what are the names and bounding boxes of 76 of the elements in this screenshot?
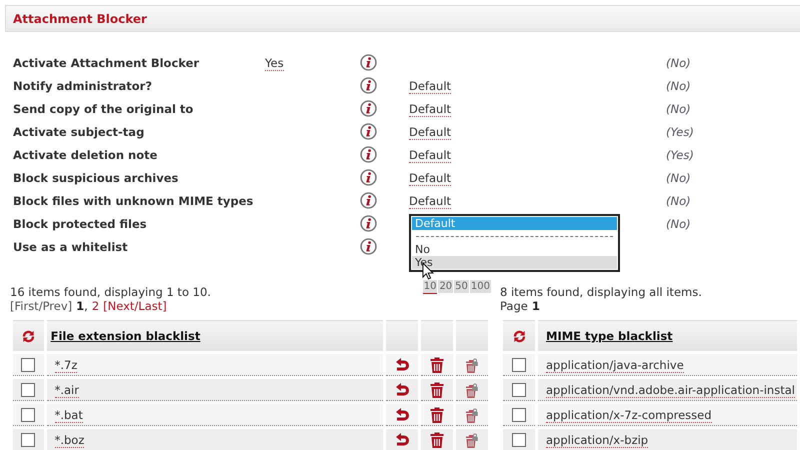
info-icon[interactable] xyxy=(360,238,377,255)
undo-icon[interactable] xyxy=(394,356,410,372)
page-size-option[interactable]: 50 xyxy=(454,280,469,293)
row-checkbox[interactable] xyxy=(21,408,36,422)
default-hint: (Yes) xyxy=(666,124,694,138)
file-extension[interactable]: *.air xyxy=(54,382,79,398)
info-icon[interactable] xyxy=(360,146,377,163)
default-hint: (No) xyxy=(666,194,691,208)
default-hint: (No) xyxy=(666,56,691,70)
default-hint: (Yes) xyxy=(666,148,694,162)
page-number: 1 xyxy=(532,299,540,313)
trash-lock-icon[interactable] xyxy=(464,406,480,422)
default-hint: (No) xyxy=(666,78,691,92)
setting-value[interactable]: Default xyxy=(409,102,452,116)
setting-value[interactable]: Default xyxy=(409,124,452,140)
result-summary: 16 items found, displaying 1 to 10. xyxy=(10,285,211,299)
setting-label: Use as a whitelist xyxy=(13,240,129,254)
info-icon[interactable] xyxy=(360,100,377,117)
column-header-link[interactable]: MIME type blacklist xyxy=(546,329,673,343)
row-checkbox[interactable] xyxy=(21,382,36,397)
trash-icon[interactable] xyxy=(428,382,445,398)
setting-label: Block files with unknown MIME types xyxy=(13,194,254,208)
info-icon[interactable] xyxy=(360,123,377,140)
page-size-option[interactable]: 100 xyxy=(470,280,491,293)
row-checkbox[interactable] xyxy=(512,382,526,397)
setting-label: Notify administrator? xyxy=(13,78,154,92)
undo-icon[interactable] xyxy=(394,406,410,422)
setting-label: Activate subject-tag xyxy=(13,124,146,138)
file-extension[interactable]: *.bat xyxy=(54,408,83,422)
trash-icon[interactable] xyxy=(428,406,445,422)
row-checkbox[interactable] xyxy=(512,408,526,422)
page-link[interactable]: 1 xyxy=(76,299,84,313)
info-icon[interactable] xyxy=(360,192,377,209)
trash-lock-icon[interactable] xyxy=(464,382,480,398)
row-checkbox[interactable] xyxy=(512,432,526,447)
trash-lock-icon[interactable] xyxy=(464,432,480,448)
info-icon[interactable] xyxy=(360,215,377,232)
setting-label: Activate deletion note xyxy=(13,148,158,162)
table-header-cell xyxy=(420,320,453,351)
table-header-cell xyxy=(456,320,488,351)
setting-label: Send copy of the original to xyxy=(13,102,194,116)
setting-value[interactable]: Default xyxy=(409,170,452,186)
undo-icon[interactable] xyxy=(394,382,410,398)
first-prev-link[interactable]: [First/Prev] xyxy=(10,299,72,313)
default-hint: (No) xyxy=(666,216,691,230)
page-size-option[interactable]: 10 xyxy=(422,280,438,294)
undo-icon[interactable] xyxy=(394,432,410,448)
trash-lock-icon[interactable] xyxy=(464,356,480,372)
table-header-cell xyxy=(386,320,418,351)
column-header-link[interactable]: File extension blacklist xyxy=(50,329,200,343)
page-label: Page xyxy=(500,299,528,313)
trash-icon[interactable] xyxy=(428,356,445,372)
setting-value[interactable]: Default xyxy=(409,78,452,94)
result-summary: 8 items found, displaying all items. xyxy=(500,285,703,299)
page-size-option[interactable]: 20 xyxy=(438,280,454,293)
default-hint: (No) xyxy=(666,170,691,184)
setting-label: Activate Attachment Blocker xyxy=(13,56,200,70)
file-extension[interactable]: *.boz xyxy=(54,432,84,448)
panel-title: Attachment Blocker xyxy=(13,12,147,26)
setting-value[interactable]: Default xyxy=(409,148,452,162)
info-icon[interactable] xyxy=(360,54,377,71)
file-extension[interactable]: *.7z xyxy=(54,358,78,372)
page-separator: , xyxy=(84,299,88,313)
page-link[interactable]: 2 xyxy=(92,299,100,313)
row-checkbox[interactable] xyxy=(21,432,36,447)
row-checkbox[interactable] xyxy=(21,358,36,372)
row-checkbox[interactable] xyxy=(512,358,526,372)
setting-label: Block suspicious archives xyxy=(13,170,180,184)
trash-icon[interactable] xyxy=(428,432,445,448)
setting-value[interactable]: Default xyxy=(409,194,452,208)
info-icon[interactable] xyxy=(360,169,377,186)
setting-value[interactable]: Yes xyxy=(265,56,284,70)
setting-label: Block protected files xyxy=(13,216,148,230)
info-icon[interactable] xyxy=(360,77,377,94)
default-hint: (No) xyxy=(666,102,691,116)
next-last-link[interactable]: [Next/Last] xyxy=(103,299,167,313)
